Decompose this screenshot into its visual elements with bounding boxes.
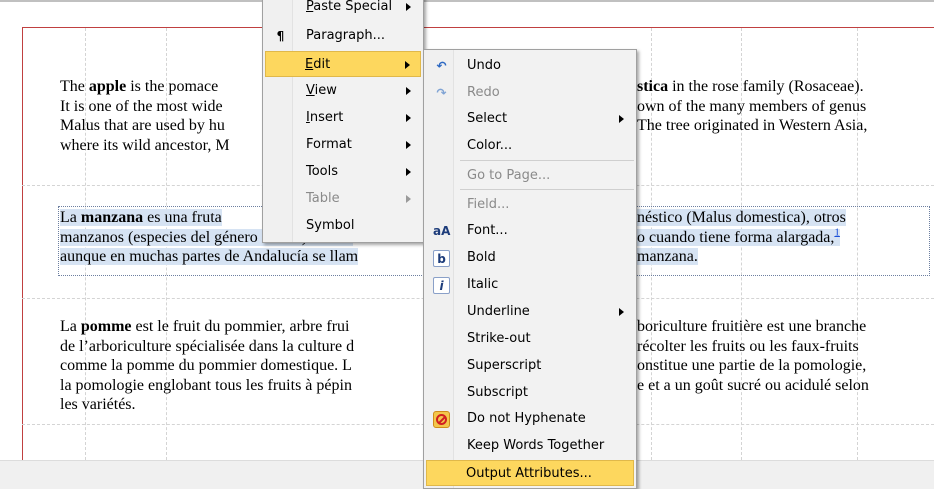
paragraph-spanish-right[interactable]: néstico (Malus domestica), otros o cuand… <box>637 208 899 267</box>
submenu-arrow-icon <box>619 115 624 123</box>
menu-item-keep-words-together[interactable]: Keep Words Together <box>426 433 634 459</box>
menu-item-select[interactable]: Select <box>426 106 634 132</box>
menu-item-redo[interactable]: ↷ Redo <box>426 80 634 106</box>
no-hyphenate-icon <box>433 411 450 428</box>
edit-submenu: ↶ Undo ↷ Redo Select Color... Go to Page… <box>423 49 637 489</box>
menu-item-strike-out[interactable]: Strike-out <box>426 326 634 352</box>
menu-separator <box>460 189 634 190</box>
submenu-arrow-icon <box>406 3 411 11</box>
menu-item-output-attributes[interactable]: Output Attributes... <box>426 460 634 486</box>
page-margin-top <box>22 27 934 28</box>
bold-term: manzana <box>80 209 144 226</box>
menu-item-symbol[interactable]: Symbol <box>265 213 421 239</box>
menu-item-field[interactable]: Field... <box>426 192 634 218</box>
menu-item-paste-special[interactable]: Paste Special <box>265 0 421 20</box>
font-icon: aA <box>433 224 451 238</box>
submenu-arrow-icon <box>406 114 411 122</box>
menu-item-tools[interactable]: Tools <box>265 159 421 185</box>
context-menu: Paste Special ¶ Paragraph... Edit View I… <box>262 0 424 243</box>
menu-item-paragraph[interactable]: ¶ Paragraph... <box>265 23 421 49</box>
paragraph-french-right[interactable]: boriculture fruitière est une branche ré… <box>637 317 927 395</box>
undo-icon: ↶ <box>436 59 447 73</box>
menu-item-color[interactable]: Color... <box>426 133 634 159</box>
menu-item-undo[interactable]: ↶ Undo <box>426 53 634 79</box>
menu-item-go-to-page[interactable]: Go to Page... <box>426 163 634 189</box>
bold-icon: b <box>433 250 450 267</box>
menu-item-do-not-hyphenate[interactable]: Do not Hyphenate <box>426 406 634 432</box>
pilcrow-icon: ¶ <box>276 29 285 43</box>
italic-icon: i <box>433 277 450 294</box>
menu-item-format[interactable]: Format <box>265 132 421 158</box>
menu-item-underline[interactable]: Underline <box>426 299 634 325</box>
submenu-arrow-icon <box>406 168 411 176</box>
submenu-arrow-icon <box>619 308 624 316</box>
menu-item-subscript[interactable]: Subscript <box>426 380 634 406</box>
submenu-arrow-icon <box>406 195 411 203</box>
bold-term: apple <box>88 78 127 95</box>
footnote-link[interactable]: 1 <box>834 226 840 238</box>
menu-item-view[interactable]: View <box>265 78 421 104</box>
menu-item-italic[interactable]: i Italic <box>426 272 634 298</box>
menu-item-edit[interactable]: Edit <box>265 51 421 77</box>
menu-item-table[interactable]: Table <box>265 186 421 212</box>
paragraph-french[interactable]: La pomme est le fruit du pommier, arbre … <box>60 317 432 415</box>
menu-separator <box>460 160 634 161</box>
menu-item-superscript[interactable]: Superscript <box>426 353 634 379</box>
bold-term: pomme <box>80 318 132 335</box>
submenu-arrow-icon <box>406 87 411 95</box>
submenu-arrow-icon <box>406 141 411 149</box>
paragraph-english-right[interactable]: stica in the rose family (Rosaceae). own… <box>637 77 927 136</box>
menu-item-font[interactable]: aA Font... <box>426 218 634 244</box>
paragraph-english[interactable]: The apple is the pomace It is one of the… <box>60 77 270 155</box>
menu-item-bold[interactable]: b Bold <box>426 245 634 271</box>
menu-item-insert[interactable]: Insert <box>265 105 421 131</box>
ruler-edge <box>0 0 934 2</box>
submenu-arrow-icon <box>405 61 410 69</box>
redo-icon: ↷ <box>436 86 447 100</box>
page-margin-left <box>22 27 23 460</box>
